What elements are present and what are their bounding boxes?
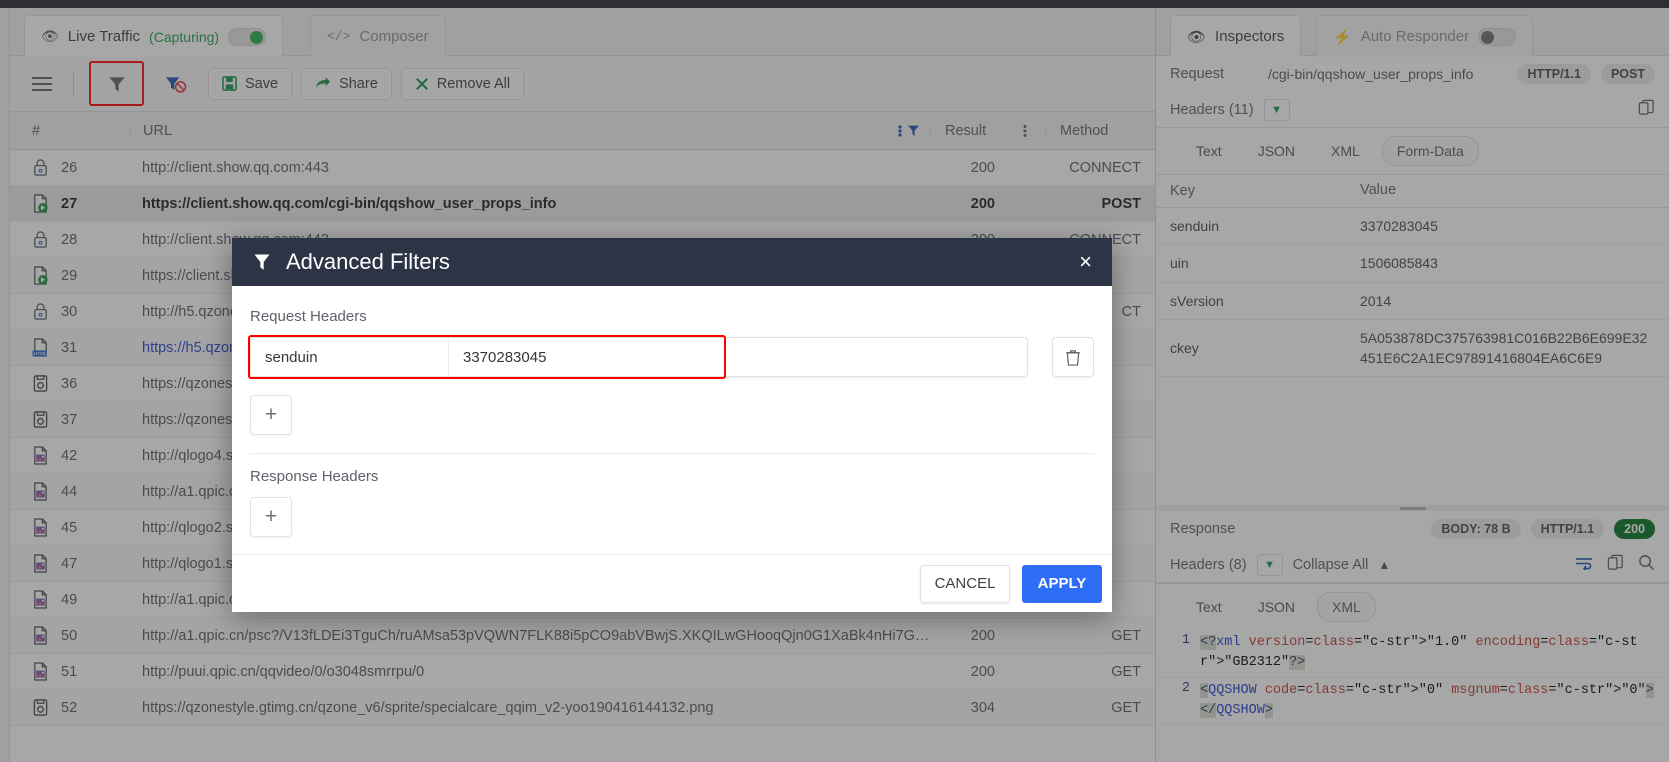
request-headers-label: Request Headers: [250, 308, 367, 325]
response-headers-label: Response Headers: [250, 468, 379, 485]
request-header-value-input[interactable]: [449, 338, 1027, 376]
request-header-row: [248, 335, 1094, 379]
app-root: 👁 Live Traffic (Capturing) </> Composer: [0, 0, 1669, 762]
add-request-header-button[interactable]: +: [250, 395, 292, 435]
dialog-title: Advanced Filters: [286, 249, 450, 274]
filter-icon: [254, 254, 270, 270]
trash-icon: [1066, 349, 1080, 366]
dialog-body: Request Headers + Response Headers: [232, 286, 1112, 554]
dialog-header: Advanced Filters ×: [232, 238, 1112, 286]
request-header-key-input[interactable]: [251, 338, 449, 376]
apply-button[interactable]: APPLY: [1022, 564, 1102, 603]
close-icon[interactable]: ×: [1079, 251, 1092, 273]
dialog-footer: CANCEL APPLY: [232, 554, 1112, 612]
add-response-header-button[interactable]: +: [250, 497, 292, 537]
cancel-button[interactable]: CANCEL: [920, 564, 1010, 603]
advanced-filters-dialog: Advanced Filters × Request Headers sendu…: [232, 238, 1112, 612]
divider: [250, 453, 1094, 454]
delete-header-button[interactable]: [1052, 337, 1094, 377]
header-field-group: [250, 337, 1028, 377]
